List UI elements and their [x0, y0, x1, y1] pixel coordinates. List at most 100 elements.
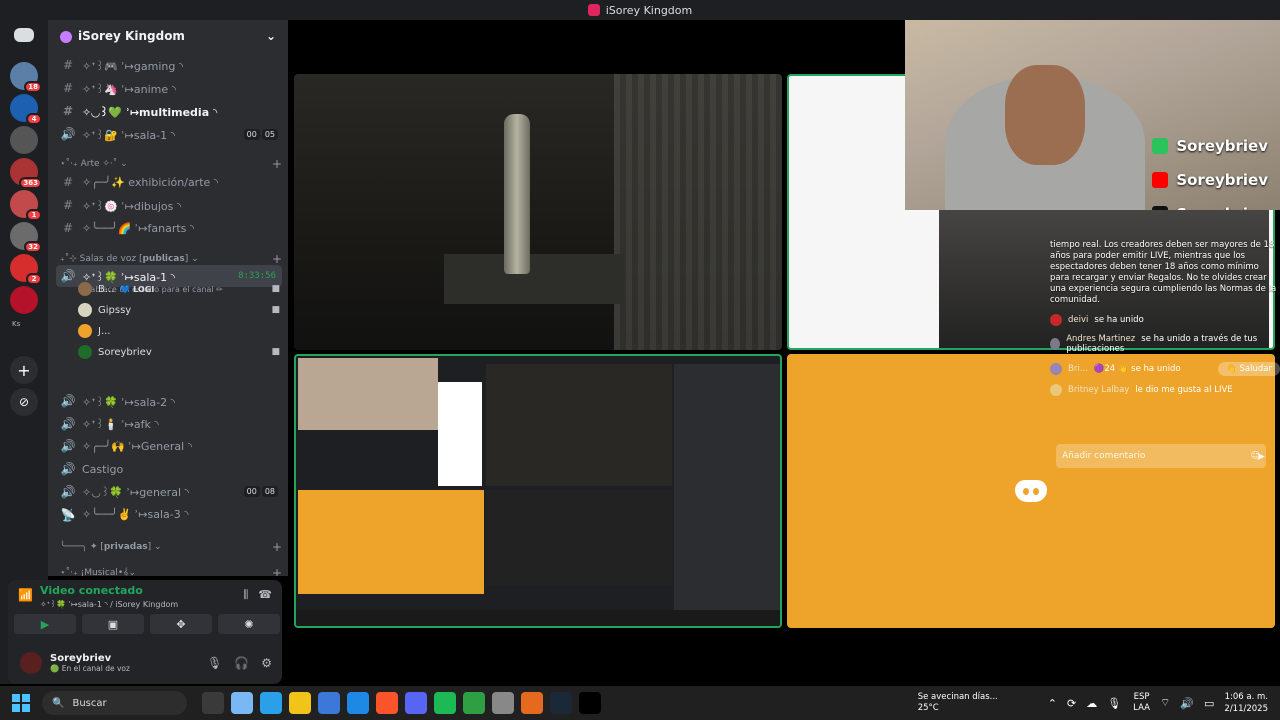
taskbar-app-icon[interactable] — [202, 692, 224, 714]
channel-item[interactable]: # ✧ᕀ꒱🎮 ʾ↦gaming ◝ — [56, 54, 282, 76]
server-icon[interactable]: 32 — [10, 222, 42, 253]
taskbar-app-icon[interactable] — [550, 692, 572, 714]
channel-item[interactable]: # ✧ᕀ꒱🦄 ʾ↦anime ◝ — [56, 77, 282, 99]
category-salas[interactable]: ₊˚⊹ Salas de voz [𝗽𝘂𝗯𝗹𝗶𝗰𝗮𝘀] ⌄ + — [60, 252, 282, 266]
share-screen-button[interactable]: ▣ — [82, 614, 144, 634]
chat-message: Britney Lalbay le dio me gusta al LIVE — [1050, 384, 1280, 396]
user-count: 00 05 — [243, 128, 278, 140]
unread-badge: 18 — [24, 81, 42, 93]
taskbar-app-icon[interactable] — [318, 692, 340, 714]
camera-button[interactable]: ▶ — [14, 614, 76, 634]
taskbar-app-icon[interactable] — [463, 692, 485, 714]
taskbar-app-icon[interactable] — [579, 692, 601, 714]
video-tile-room[interactable] — [294, 74, 782, 350]
server-icon[interactable]: 363 — [10, 158, 42, 189]
channel-item[interactable]: 🔊 Castigo — [56, 458, 282, 480]
settings-gear-icon[interactable]: ⚙ — [261, 656, 272, 670]
taskbar-app-icon[interactable] — [521, 692, 543, 714]
hashtag-icon: # — [62, 81, 74, 95]
channel-label: ✧╭─╯✨ exhibición/arte ◝ — [82, 175, 219, 189]
add-channel-icon[interactable]: + — [272, 540, 282, 554]
chat-username: deivi — [1068, 315, 1089, 325]
noise-suppression-icon[interactable]: ⫼ — [243, 588, 248, 602]
channel-item[interactable]: 🔊 ✧╭─╯🙌 ʾ↦General ◝ — [56, 435, 282, 457]
server-icon[interactable] — [10, 286, 38, 314]
server-icon[interactable]: 18 — [10, 62, 42, 93]
lang-secondary: LAA — [1133, 703, 1150, 713]
cloud-icon[interactable]: ☁ — [1086, 697, 1097, 710]
taskbar-app-icon[interactable] — [434, 692, 456, 714]
speaker-icon: 🔊 — [60, 439, 76, 454]
greet-button[interactable]: 👋 Saludar — [1218, 362, 1280, 376]
voice-user[interactable]: J... — [78, 321, 280, 341]
category-privadas[interactable]: ╰───╮ ✦ [𝗽𝗿𝗶𝘃𝗮𝗱𝗮𝘀] ⌄ + — [60, 540, 282, 554]
chevron-up-icon[interactable]: ⌃ — [1048, 697, 1057, 710]
sync-icon[interactable]: ⟳ — [1067, 697, 1076, 710]
server-icon[interactable] — [10, 126, 38, 154]
server-icon[interactable]: 2 — [10, 254, 42, 285]
add-channel-icon[interactable]: + — [272, 157, 282, 171]
avatar[interactable] — [20, 652, 42, 674]
server-icon[interactable]: 4 — [10, 94, 42, 125]
add-channel-icon[interactable]: + — [272, 252, 282, 266]
disconnect-icon[interactable]: ☎ — [258, 588, 272, 602]
add-server-icon[interactable]: + — [10, 356, 38, 384]
taskbar-app-icon[interactable] — [231, 692, 253, 714]
speaker-icon: 🔊 — [60, 127, 76, 141]
soundboard-button[interactable]: ✺ — [218, 614, 280, 634]
explore-icon[interactable]: ⊘ — [10, 388, 38, 416]
voice-user[interactable]: B... 💙 LOGI ■ — [78, 279, 280, 299]
tiktok-icon — [1152, 206, 1169, 210]
guild-header[interactable]: iSorey Kingdom ⌄ — [48, 20, 288, 52]
lang-primary: ESP — [1133, 692, 1150, 702]
taskbar-search[interactable]: 🔍 Buscar — [42, 691, 187, 715]
taskbar-app-icon[interactable] — [347, 692, 369, 714]
voice-status-title[interactable]: Video conectado — [40, 584, 143, 597]
screen-share-tile[interactable] — [294, 354, 782, 628]
taskbar-app-icon[interactable] — [376, 692, 398, 714]
user-tag: 💙 LOGI — [120, 284, 155, 294]
server-icon[interactable]: 1 — [10, 190, 42, 221]
channel-item[interactable]: # ✧◡꒱💚 ʾ↦multimedia ◝ — [56, 100, 282, 122]
category-musical-label: ⋆˚‧₊ ¡Musical•𝄞⌄ — [60, 568, 137, 576]
channel-item[interactable]: 🔊 ✧◡꒱🍀 ʾ↦general ◝ 00 08 — [56, 481, 282, 503]
language-indicator[interactable]: ESP LAA — [1133, 692, 1150, 714]
wifi-icon[interactable]: ⌔ — [1160, 696, 1170, 710]
user-count: 00 08 — [243, 486, 278, 498]
category-musical[interactable]: ⋆˚‧₊ ¡Musical•𝄞⌄ + — [60, 566, 282, 576]
channel-item[interactable]: 🔊 ✧ᕀ꒱🍀 ʾ↦sala-2 ◝ — [56, 390, 282, 412]
volume-icon[interactable]: 🔊 — [1180, 697, 1194, 710]
mic-icon[interactable]: 🎙 — [207, 656, 222, 670]
discord-home-icon[interactable] — [14, 28, 34, 42]
taskbar-app-icon[interactable] — [289, 692, 311, 714]
battery-icon[interactable]: ▭ — [1204, 697, 1214, 710]
clock[interactable]: 1:06 a. m. 2/11/2025 — [1224, 691, 1268, 715]
mic-tray-icon[interactable]: 🎙 — [1107, 697, 1121, 710]
taskbar-app-icon[interactable] — [405, 692, 427, 714]
channel-item[interactable]: # ✧╭─╯✨ exhibición/arte ◝ — [56, 171, 282, 193]
taskbar-app-icon[interactable] — [260, 692, 282, 714]
comment-input[interactable]: Añadir comentario ☺ — [1056, 444, 1266, 468]
voice-user[interactable]: Gipssy ■ — [78, 300, 280, 320]
channel-item[interactable]: 📡 ✧╰──╯✌️ ʾ↦sala-3 ◝ — [56, 504, 282, 526]
channel-item[interactable]: # ✧╰──╯🌈 ʾ↦fanarts ◝ — [56, 217, 282, 239]
send-icon[interactable]: ➤ — [1256, 450, 1265, 463]
activities-button[interactable]: ✥ — [150, 614, 212, 634]
weather-widget[interactable]: Se avecinan días... 25°C — [918, 692, 998, 714]
start-button[interactable] — [12, 694, 30, 712]
add-channel-icon[interactable]: + — [272, 566, 282, 576]
speaker-icon: 🔊 — [60, 484, 76, 499]
headphones-icon[interactable]: 🎧 — [234, 656, 249, 670]
window-titlebar: iSorey Kingdom — [0, 0, 1280, 20]
chevron-down-icon: ⌄ — [265, 29, 276, 43]
voice-user[interactable]: Soreybriev ■ — [78, 342, 280, 362]
category-arte[interactable]: ⋆˚‧₊ Arte ✧·˚ ⌄ + — [60, 157, 282, 171]
taskbar-app-icon[interactable] — [492, 692, 514, 714]
user-status: 🟢 En el canal de voz — [50, 664, 130, 673]
channel-item[interactable]: 🔊 ✧ᕀ꒱🔐 ʾ↦sala-1 ◝ 00 05 — [56, 123, 282, 145]
hashtag-icon: # — [62, 175, 74, 189]
channel-item[interactable]: # ✧ᕀ꒱🍥 ʾ↦dibujos ◝ — [56, 194, 282, 216]
channel-label: ✧╰──╯🌈 ʾ↦fanarts ◝ — [82, 221, 195, 235]
channel-item[interactable]: 🔊 ✧ᕀ꒱🕯️ ʾ↦afk ◝ — [56, 413, 282, 435]
user-panel: Soreybriev 🟢 En el canal de voz 🎙 🎧 ⚙ — [12, 646, 278, 680]
